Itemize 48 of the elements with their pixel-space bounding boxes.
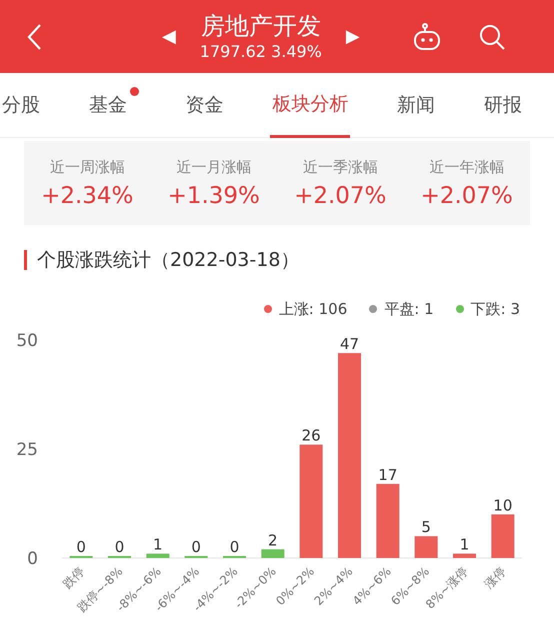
- stat-label: 近一周涨幅: [50, 158, 125, 176]
- stat-label: 近一月涨幅: [176, 158, 252, 176]
- x-axis-label: 跌停: [60, 564, 88, 592]
- bar-value-label: 0: [230, 538, 240, 556]
- stat-label: 近一季涨幅: [302, 158, 378, 176]
- stat-value: +1.39%: [168, 182, 260, 208]
- bar-value-label: 5: [421, 518, 431, 536]
- bar: [261, 549, 284, 558]
- bar-value-label: 47: [340, 335, 360, 354]
- tab[interactable]: 资金: [184, 72, 226, 138]
- bar-value-label: 1: [460, 536, 470, 554]
- tab[interactable]: 板块分析: [270, 72, 350, 138]
- bar-value-label: 2: [268, 531, 278, 550]
- search-icon[interactable]: [478, 22, 506, 50]
- y-tick-label: 25: [16, 440, 38, 460]
- bar-value-label: 17: [378, 466, 398, 484]
- back-icon[interactable]: [26, 22, 42, 50]
- section-title: 个股涨跌统计（2022-03-18）: [37, 248, 300, 273]
- y-tick-label: 50: [16, 331, 38, 351]
- legend-label: 下跌: 3: [470, 300, 520, 318]
- bar-value-label: 0: [191, 538, 201, 556]
- bar-value-label: 0: [76, 538, 86, 556]
- stat-value: +2.07%: [294, 182, 386, 208]
- y-tick-label: 0: [27, 549, 38, 569]
- bar: [491, 514, 514, 558]
- robot-icon[interactable]: [412, 22, 442, 50]
- next-button[interactable]: ▶: [346, 26, 360, 47]
- stat-value: +2.34%: [41, 182, 134, 208]
- index-quote: 1797.62 3.49%: [200, 40, 322, 62]
- bar: [414, 536, 438, 558]
- tab[interactable]: 基金: [86, 72, 139, 138]
- bar-value-label: 26: [302, 426, 321, 445]
- bar-value-label: 1: [153, 536, 163, 554]
- bar-value-label: 0: [114, 538, 124, 556]
- bar: [146, 554, 170, 558]
- stat-value: +2.07%: [420, 182, 513, 208]
- page-title: 房地产开发: [200, 10, 321, 40]
- bar: [453, 554, 476, 558]
- x-axis-label: 涨停: [482, 564, 509, 592]
- previous-button[interactable]: ◀: [162, 26, 176, 47]
- legend-label: 上涨: 106: [278, 300, 348, 318]
- tab[interactable]: 分股: [0, 72, 42, 138]
- tab[interactable]: 研报: [482, 72, 524, 138]
- stat-label: 近一年涨幅: [429, 158, 504, 176]
- bar-value-label: 10: [493, 496, 512, 514]
- legend-label: 平盘: 1: [384, 300, 434, 318]
- tab[interactable]: 新闻: [395, 72, 438, 138]
- section-marker: [24, 250, 27, 270]
